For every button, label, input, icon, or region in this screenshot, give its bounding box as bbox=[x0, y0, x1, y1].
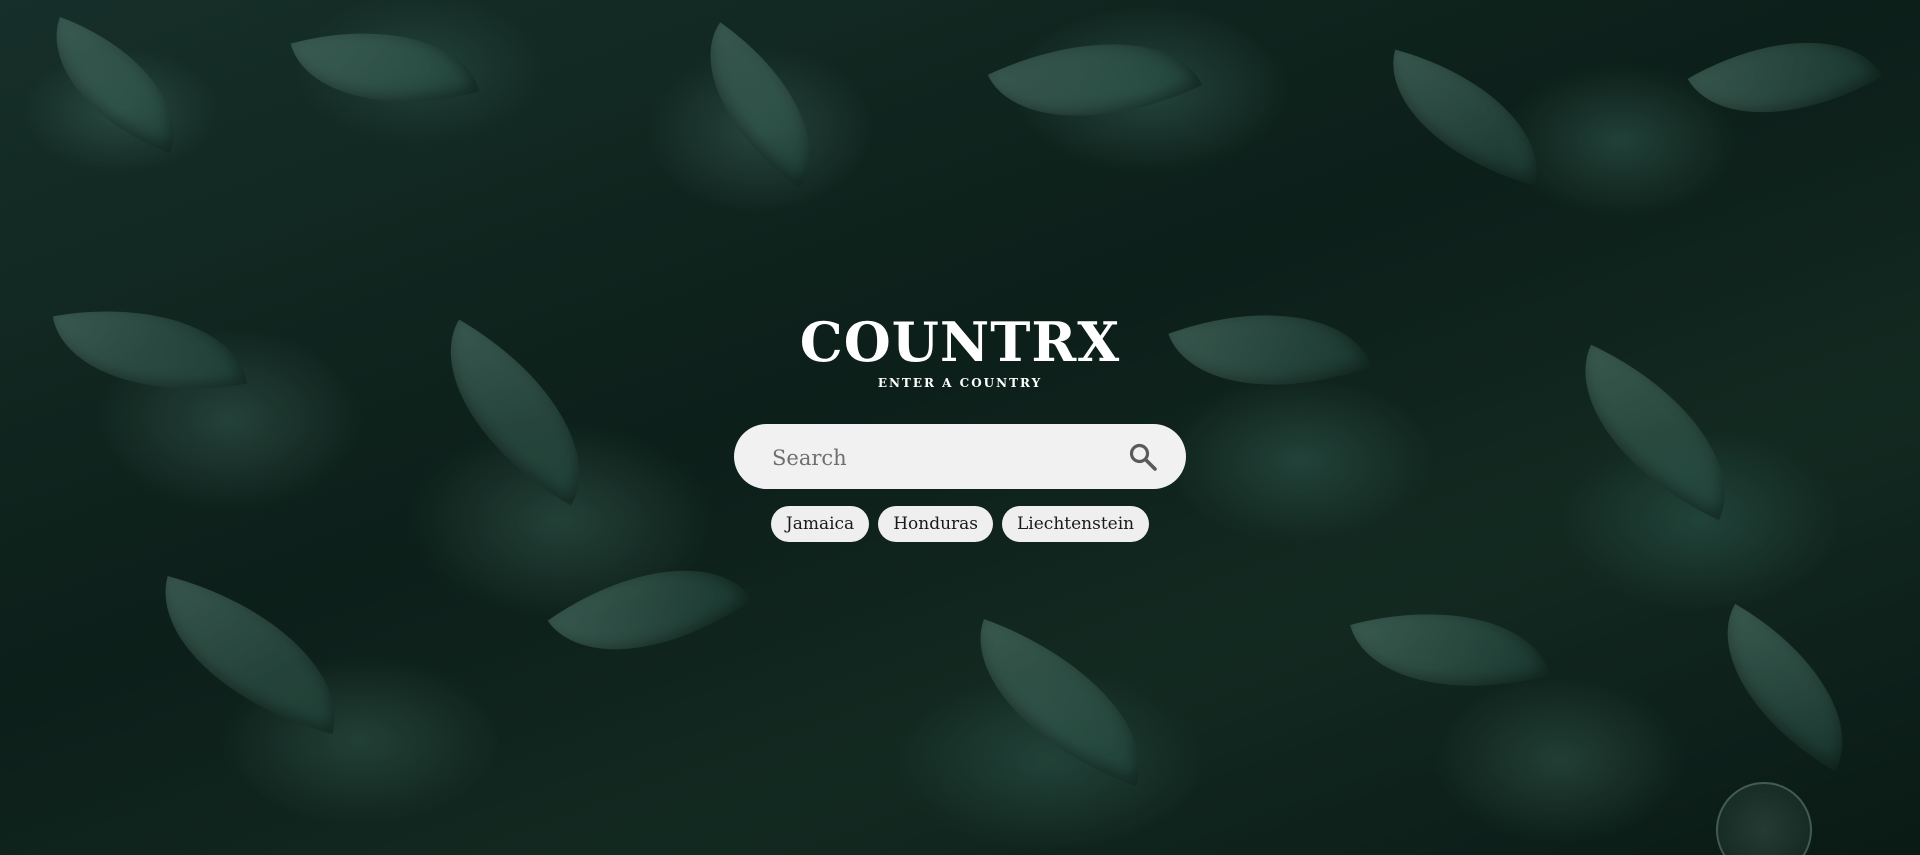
suggestion-chip-jamaica[interactable]: Jamaica bbox=[770, 506, 870, 542]
search-bar bbox=[734, 424, 1186, 491]
app-subtitle: ENTER A COUNTRY bbox=[877, 376, 1043, 390]
suggestion-chip-honduras[interactable]: Honduras bbox=[878, 506, 994, 542]
suggestion-chips: Jamaica Honduras Liechtenstein bbox=[0, 506, 1920, 542]
hero-header: COUNTRX ENTER A COUNTRY bbox=[0, 310, 1920, 390]
app-title: COUNTRX bbox=[799, 310, 1121, 374]
search-icon[interactable] bbox=[1128, 442, 1158, 472]
search-input[interactable] bbox=[770, 424, 1114, 491]
suggestion-chip-liechtenstein[interactable]: Liechtenstein bbox=[1002, 506, 1150, 542]
